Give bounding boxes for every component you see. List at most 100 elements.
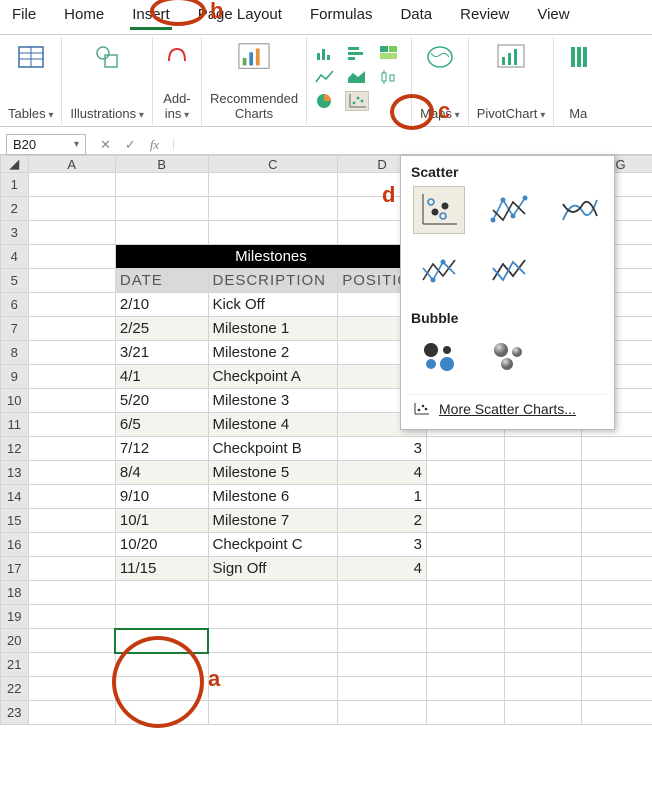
cancel-icon[interactable]: ✕	[100, 137, 111, 153]
scatter-smooth-lines-option[interactable]	[553, 186, 605, 234]
more-scatter-icon	[413, 402, 431, 416]
cell[interactable]: Milestone 6	[208, 485, 338, 509]
cell[interactable]: 4/1	[115, 365, 208, 389]
cell[interactable]: 9/10	[115, 485, 208, 509]
cell[interactable]: Checkpoint B	[208, 437, 338, 461]
addins-label: Add- ins	[163, 91, 190, 121]
cell[interactable]: Milestone 2	[208, 341, 338, 365]
formula-bar[interactable]	[173, 139, 652, 150]
tables-label: Tables	[8, 106, 53, 121]
cell[interactable]: 6/5	[115, 413, 208, 437]
cell[interactable]: Milestone 3	[208, 389, 338, 413]
selected-cell-B20[interactable]	[115, 629, 208, 653]
tab-formulas[interactable]: Formulas	[308, 4, 375, 30]
cell[interactable]: 10/1	[115, 509, 208, 533]
milestones-title[interactable]: Milestones	[115, 245, 426, 269]
row-header[interactable]: 10	[1, 389, 29, 413]
tab-review[interactable]: Review	[458, 4, 511, 30]
hdr-desc[interactable]: DESCRIPTION	[208, 269, 338, 293]
pie-chart-btn[interactable]	[313, 91, 337, 111]
row-header[interactable]: 7	[1, 317, 29, 341]
bubble-3d-option[interactable]	[483, 332, 535, 380]
cell[interactable]: Milestone 5	[208, 461, 338, 485]
row-header[interactable]: 4	[1, 245, 29, 269]
cell[interactable]: 2/25	[115, 317, 208, 341]
row-header[interactable]: 23	[1, 701, 29, 725]
bubble-2d-option[interactable]	[413, 332, 465, 380]
row-header[interactable]: 2	[1, 197, 29, 221]
cell[interactable]: Milestone 1	[208, 317, 338, 341]
bar-chart-btn[interactable]	[345, 43, 369, 63]
area-chart-btn[interactable]	[345, 67, 369, 87]
cell[interactable]: 2	[338, 509, 427, 533]
enter-icon[interactable]: ✓	[125, 137, 136, 153]
row-header[interactable]: 14	[1, 485, 29, 509]
row-header[interactable]: 15	[1, 509, 29, 533]
row-header[interactable]: 16	[1, 533, 29, 557]
cell[interactable]: 11/15	[115, 557, 208, 581]
row-header[interactable]: 9	[1, 365, 29, 389]
tab-view[interactable]: View	[535, 4, 571, 30]
row-header[interactable]: 17	[1, 557, 29, 581]
cell[interactable]: Checkpoint C	[208, 533, 338, 557]
stat-chart-btn[interactable]	[377, 67, 401, 87]
group-tables[interactable]: Tables	[0, 37, 62, 125]
cell[interactable]: 4	[338, 557, 427, 581]
cell[interactable]: 3	[338, 533, 427, 557]
row-header[interactable]: 22	[1, 677, 29, 701]
row-header[interactable]: 5	[1, 269, 29, 293]
row-header[interactable]: 12	[1, 437, 29, 461]
scatter-straight-lines-option[interactable]	[483, 248, 535, 296]
row-header[interactable]: 11	[1, 413, 29, 437]
row-header[interactable]: 18	[1, 581, 29, 605]
group-illustrations[interactable]: Illustrations	[62, 37, 153, 125]
col-header-C[interactable]: C	[208, 156, 338, 173]
col-header-B[interactable]: B	[115, 156, 208, 173]
tab-page-layout[interactable]: Page Layout	[196, 4, 284, 30]
col-header-A[interactable]: A	[28, 156, 115, 173]
cell[interactable]: 7/12	[115, 437, 208, 461]
tab-home[interactable]: Home	[62, 4, 106, 30]
hierarchy-chart-btn[interactable]	[377, 43, 401, 63]
group-recommended-charts[interactable]: Recommended Charts	[202, 37, 307, 125]
column-chart-btn[interactable]	[313, 43, 337, 63]
cell[interactable]: 3/21	[115, 341, 208, 365]
select-all-corner[interactable]: ◢	[1, 156, 29, 173]
row-header[interactable]: 3	[1, 221, 29, 245]
group-maps[interactable]: Maps	[412, 37, 469, 125]
fx-icon[interactable]: fx	[150, 137, 159, 153]
group-addins[interactable]: Add- ins	[153, 37, 202, 125]
cell[interactable]: 8/4	[115, 461, 208, 485]
row-header[interactable]: 6	[1, 293, 29, 317]
row-header[interactable]: 19	[1, 605, 29, 629]
row-header[interactable]: 21	[1, 653, 29, 677]
cell[interactable]: 4	[338, 461, 427, 485]
line-chart-btn[interactable]	[313, 67, 337, 87]
tab-insert[interactable]: Insert	[130, 4, 172, 30]
cell[interactable]: 2/10	[115, 293, 208, 317]
cell[interactable]: Milestone 7	[208, 509, 338, 533]
tab-data[interactable]: Data	[398, 4, 434, 30]
name-box[interactable]: B20 ▾	[6, 134, 86, 155]
cell[interactable]: 1	[338, 485, 427, 509]
tab-file[interactable]: File	[10, 4, 38, 30]
cell[interactable]: Milestone 4	[208, 413, 338, 437]
cell[interactable]: Checkpoint A	[208, 365, 338, 389]
cell[interactable]: 3	[338, 437, 427, 461]
cell[interactable]: Kick Off	[208, 293, 338, 317]
scatter-straight-markers-option[interactable]	[413, 248, 465, 296]
scatter-plain-option[interactable]	[413, 186, 465, 234]
row-header[interactable]: 1	[1, 173, 29, 197]
scatter-chart-btn[interactable]	[345, 91, 369, 111]
row-header[interactable]: 13	[1, 461, 29, 485]
cell[interactable]: 5/20	[115, 389, 208, 413]
more-scatter-charts[interactable]: More Scatter Charts...	[409, 394, 606, 419]
cell[interactable]: 10/20	[115, 533, 208, 557]
group-map3d-partial[interactable]: Ma	[554, 37, 602, 125]
cell[interactable]: Sign Off	[208, 557, 338, 581]
row-header[interactable]: 20	[1, 629, 29, 653]
hdr-date[interactable]: DATE	[115, 269, 208, 293]
row-header[interactable]: 8	[1, 341, 29, 365]
scatter-smooth-markers-option[interactable]	[483, 186, 535, 234]
group-pivotchart[interactable]: PivotChart	[469, 37, 555, 125]
